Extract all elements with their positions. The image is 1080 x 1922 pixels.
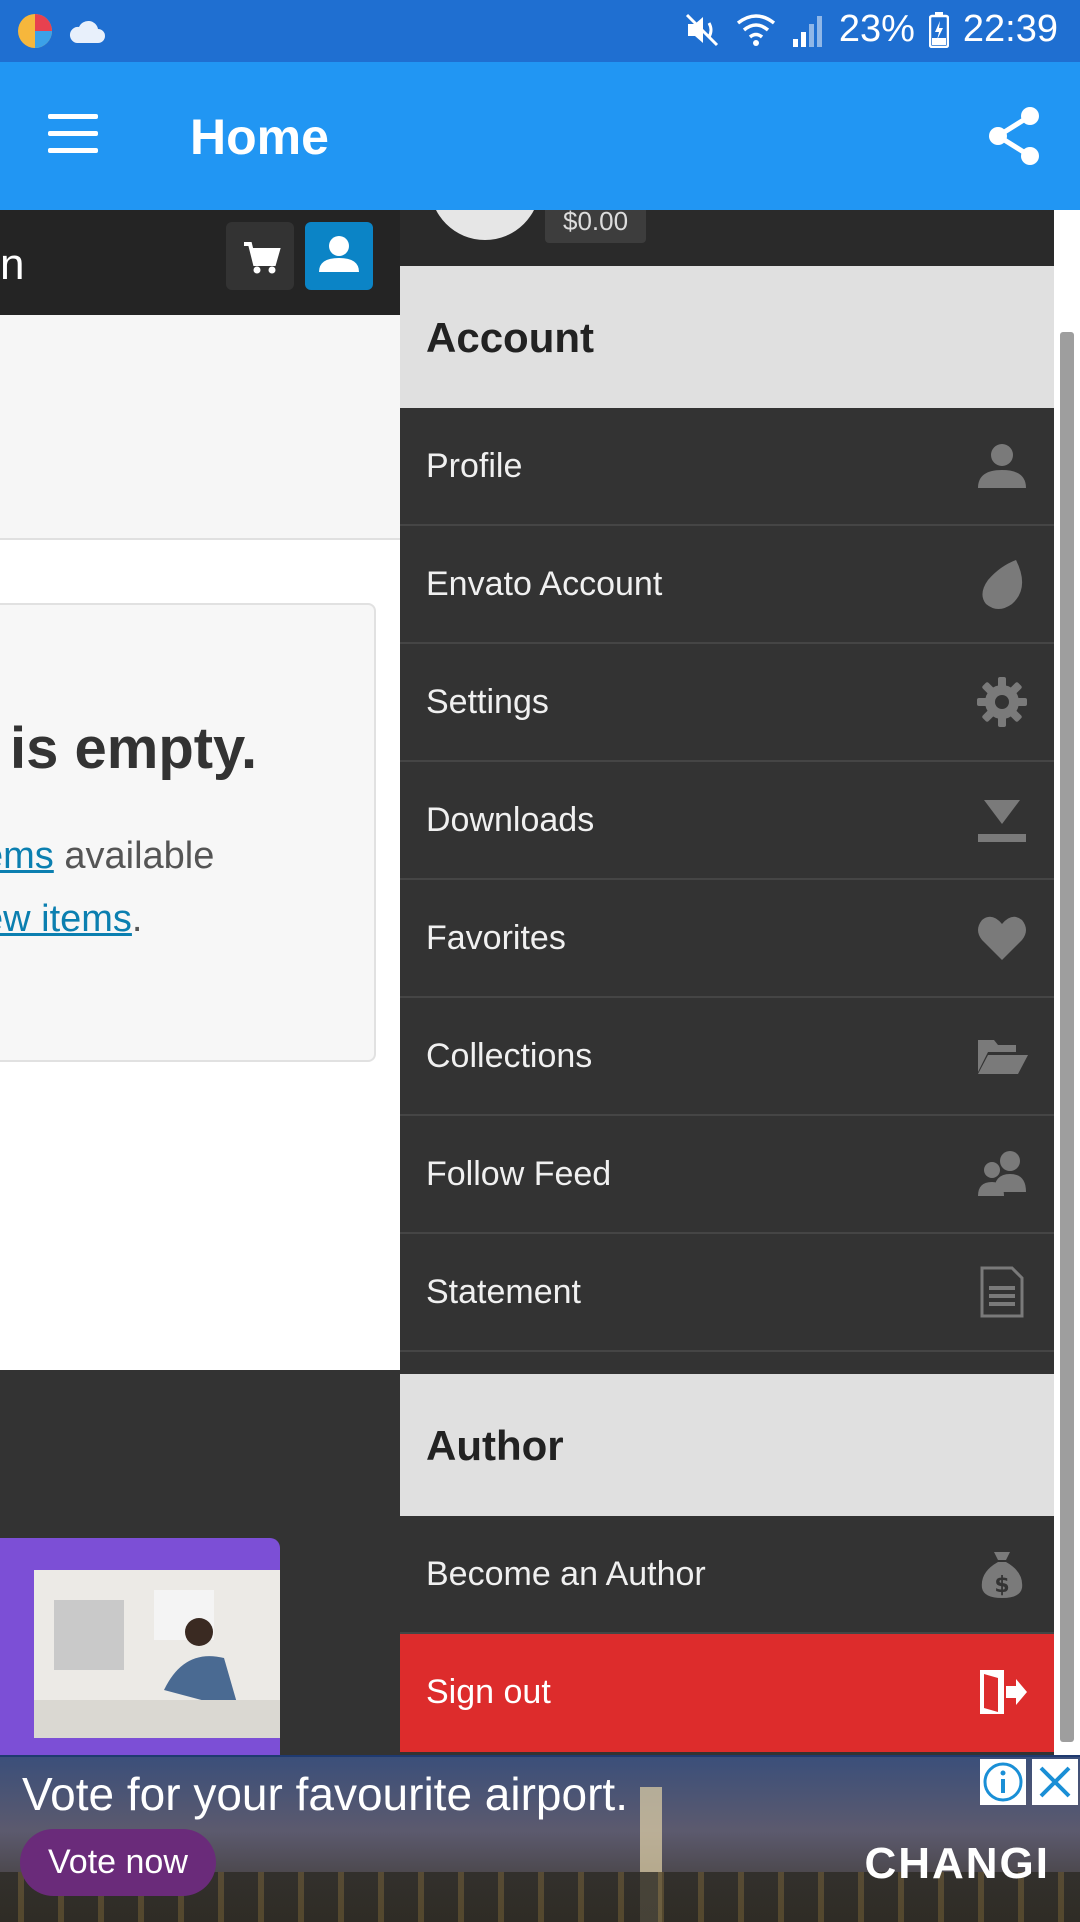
page-band — [0, 315, 400, 540]
user-icon — [319, 236, 359, 272]
svg-text:$: $ — [994, 1573, 1009, 1598]
empty-message-line2: ew items. — [0, 898, 142, 941]
sign-out-icon — [980, 1670, 1027, 1714]
app-bar: Home — [0, 62, 1080, 210]
empty-cart-box: is empty. ems available ew items. — [0, 603, 376, 1062]
status-bar: 23% 22:39 — [0, 0, 1080, 62]
menu-item-become-author[interactable]: Become an Author $ — [400, 1516, 1054, 1634]
items-link[interactable]: ems — [0, 835, 54, 877]
cloud-icon — [69, 20, 105, 43]
battery-percent: 23% — [838, 8, 915, 50]
empty-title: is empty. — [10, 716, 258, 781]
menu-item-envato-account[interactable]: Envato Account — [400, 526, 1054, 644]
scrollbar-thumb[interactable] — [1060, 332, 1074, 1742]
document-icon — [980, 1266, 1024, 1318]
cart-icon — [244, 242, 281, 274]
site-header: n — [0, 210, 400, 315]
menu-item-favorites[interactable]: Favorites — [400, 880, 1054, 998]
download-icon — [978, 800, 1026, 842]
menu-item-sign-out[interactable]: Sign out — [400, 1634, 1054, 1752]
user-icon — [978, 444, 1026, 488]
info-icon[interactable] — [980, 1759, 1026, 1805]
menu-item-follow-feed[interactable]: Follow Feed — [400, 1116, 1054, 1234]
site-title-fragment: n — [0, 240, 25, 289]
wifi-icon — [736, 13, 775, 46]
section-header-account: Account — [400, 266, 1054, 408]
close-icon[interactable] — [1032, 1759, 1078, 1805]
gear-icon — [977, 677, 1027, 727]
account-button[interactable] — [305, 222, 373, 290]
empty-message-line1: ems available — [0, 835, 214, 878]
folder-open-icon — [978, 1040, 1028, 1074]
promo-image — [34, 1570, 280, 1738]
menu-item-downloads[interactable]: Downloads — [400, 762, 1054, 880]
app-icon — [18, 14, 52, 48]
menu-item-statement[interactable]: Statement — [400, 1234, 1054, 1352]
navigation-drawer: $0.00 Account Profile Envato Account Set… — [400, 210, 1054, 1755]
promo-banner[interactable] — [0, 1538, 280, 1755]
avatar[interactable] — [430, 210, 540, 240]
page-title: Home — [190, 109, 329, 165]
envato-leaf-icon — [982, 560, 1023, 609]
share-icon[interactable] — [986, 106, 1042, 166]
mute-icon — [685, 13, 718, 46]
drawer-header: $0.00 — [400, 210, 1054, 266]
scrollbar[interactable] — [1054, 210, 1080, 1755]
clock: 22:39 — [962, 8, 1058, 50]
menu-item-settings[interactable]: Settings — [400, 644, 1054, 762]
ad-brand-logo: CHANGI — [864, 1839, 1050, 1888]
users-icon — [978, 1151, 1026, 1196]
menu-item-profile[interactable]: Profile — [400, 408, 1054, 526]
ad-banner[interactable]: Vote for your favourite airport. Vote no… — [0, 1755, 1080, 1922]
new-items-link[interactable]: ew items — [0, 898, 132, 940]
hamburger-icon[interactable] — [48, 114, 98, 154]
battery-icon — [928, 11, 949, 48]
cart-button[interactable] — [226, 222, 294, 290]
heart-icon — [978, 916, 1026, 960]
ad-cta-button[interactable]: Vote now — [20, 1829, 216, 1896]
account-balance: $0.00 — [545, 210, 647, 243]
signal-icon — [792, 15, 822, 47]
ad-headline: Vote for your favourite airport. — [22, 1768, 628, 1820]
menu-item-collections[interactable]: Collections — [400, 998, 1054, 1116]
section-header-author: Author — [400, 1374, 1054, 1516]
money-bag-icon: $ — [981, 1552, 1023, 1598]
